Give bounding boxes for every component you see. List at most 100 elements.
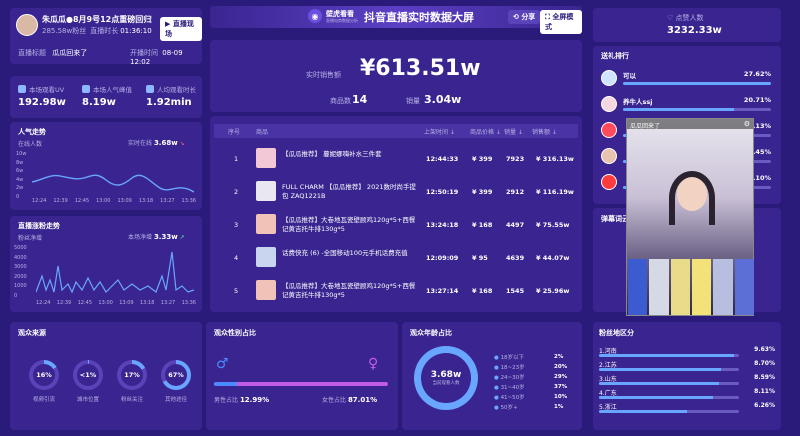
avatar: [601, 122, 617, 138]
x-tick: 13:36: [181, 198, 196, 204]
product-count: 14: [352, 93, 368, 106]
gift-rank-item[interactable]: 可以 27.62%: [601, 68, 775, 90]
table-row[interactable]: 5 【瓜瓜推荐】大卷地瓦瓷壁顾鸡120g*5+西餐记黄吉托牛排130g*5 13:2…: [214, 276, 578, 306]
source-value: 67%: [168, 371, 184, 379]
gift-rank-item[interactable]: 养牛人ssj 20.71%: [601, 94, 775, 116]
product-name[interactable]: 话费快充 (6) -全国移动100元手机话费充值: [282, 249, 416, 258]
product-thumbnail: [256, 280, 276, 300]
age-item: ● 50岁+ 1%: [494, 402, 576, 412]
avatar: [601, 96, 617, 112]
fans-rt-value: 3.33w: [153, 233, 178, 241]
col-header[interactable]: 销量 ↓: [504, 127, 523, 136]
row-sold: 7923: [506, 155, 525, 163]
table-row[interactable]: 4 话费快充 (6) -全国移动100元手机话费充值 12:09:09 ¥ 95 463…: [214, 243, 578, 273]
streamer-hair: [669, 171, 715, 225]
source-ring-inner: 16%: [33, 364, 55, 386]
age-title: 观众年龄占比: [410, 329, 452, 337]
col-header[interactable]: 销售额 ↓: [532, 127, 557, 136]
product-table: 序号 商品 上架时间 ↓ 商品价格 ↓ 销量 ↓ 销售额 ↓ 1 【瓜瓜推荐】 蔓…: [210, 116, 582, 312]
likes-value: 3232.33w: [667, 25, 722, 36]
y-tick: 8w: [16, 159, 24, 166]
age-item: ● 18~23岁 20%: [494, 362, 576, 372]
product-name[interactable]: 【瓜瓜推荐】大卷地瓦瓷壁顾鸡120g*5+西餐记黄吉托牛排130g*5: [282, 216, 416, 234]
live-duration: 01:36:10: [120, 27, 152, 35]
fans-trend-title: 直播涨粉走势: [18, 222, 60, 230]
y-tick: 2w: [16, 185, 24, 191]
product-thumbnail: [256, 247, 276, 267]
share-label: 分享: [521, 13, 536, 21]
row-price: ¥ 168: [472, 221, 493, 229]
gift-bar: [623, 108, 771, 111]
fans-x-axis: 12:24 12:39 12:45 13:00 13:09 13:18 13:27 13:36: [36, 300, 196, 306]
age-pct: 20%: [554, 364, 568, 370]
source-value: 16%: [36, 371, 52, 379]
gender-bar: [214, 382, 388, 386]
region-bar-fill: [599, 382, 720, 385]
popularity-panel: 人气走势 在线人数 实时在线 3.68w ↘ 10w 8w 6w 4w 2w 0 12:2…: [10, 122, 202, 210]
share-button[interactable]: ⟲ 分享: [508, 10, 541, 24]
brand-logo-icon: ◉: [308, 9, 322, 23]
age-label-wrap: ● 31~40岁: [494, 383, 525, 391]
age-label: 18岁以下: [500, 355, 525, 361]
source-item: 67% 其他途径: [156, 360, 196, 403]
likes-label: 点赞人数: [675, 14, 704, 22]
age-list: ● 18岁以下 2% ● 18~23岁 20% ● 24~30岁 29% ● 31~40岁 3…: [494, 352, 576, 412]
region-item: 4.广东 8.11%: [599, 388, 775, 400]
source-ring: 16%: [29, 360, 59, 390]
age-pct: 37%: [554, 384, 568, 390]
col-header[interactable]: 商品价格 ↓: [470, 127, 501, 136]
x-tick: 13:09: [117, 198, 132, 204]
y-tick: 0: [16, 193, 20, 200]
x-tick: 13:27: [160, 300, 176, 306]
table-row[interactable]: 3 【瓜瓜推荐】大卷地瓦瓷壁顾鸡120g*5+西餐记黄吉托牛排130g*5 13:2…: [214, 210, 578, 240]
row-index: 3: [234, 221, 239, 229]
trend-up-icon: ↗: [179, 234, 185, 241]
row-revenue: ¥ 316.13w: [536, 155, 574, 163]
row-sold: 4497: [506, 221, 525, 229]
fans-y-axis: 5000 4000 3000 2000 1000 0: [14, 244, 27, 301]
age-label-wrap: ● 18岁以下: [494, 353, 524, 361]
popularity-y-axis: 10w 8w 6w 4w 2w 0: [16, 150, 26, 201]
row-sold: 1545: [506, 287, 525, 295]
table-row[interactable]: 1 【瓜瓜推荐】 蔓妮娜嗨补水三件套 12:44:33 ¥ 399 7923 ¥ 316.…: [214, 144, 578, 174]
male-label: 男性占比: [214, 397, 239, 404]
row-time: 12:44:33: [426, 155, 459, 163]
product-name[interactable]: 【瓜瓜推荐】 蔓妮娜嗨补水三件套: [282, 150, 416, 159]
col-header[interactable]: 上架时间 ↓: [424, 127, 455, 136]
product-name[interactable]: 【瓜瓜推荐】大卷地瓦瓷壁顾鸡120g*5+西餐记黄吉托牛排130g*5: [282, 282, 416, 300]
region-bar: [599, 396, 739, 399]
fullscreen-label: 全屏模式: [545, 13, 574, 31]
gift-pct: 27.62%: [743, 70, 771, 78]
product-bottles: [627, 259, 755, 315]
age-label-wrap: ● 41~50岁: [494, 393, 525, 401]
metric-uv: 本场观看UV 192.98w: [18, 84, 66, 108]
top-header: ◉ 壁虎看看 直播电商数据分析 抖音直播实时数据大屏 ⟲ 分享 ⛶ 全屏模式: [210, 6, 582, 34]
video-close-icon[interactable]: ⚙: [744, 120, 750, 128]
fans-line: [36, 251, 194, 294]
row-time: 12:09:09: [426, 254, 459, 262]
row-revenue: ¥ 44.07w: [536, 254, 570, 262]
region-panel: 粉丝地区分 1.河南 9.63% 2.江苏 8.70% 3.山东 8.59% 4.广东 8.1…: [593, 322, 781, 430]
age-label: 41~50岁: [500, 395, 525, 401]
fans-line-chart: [36, 251, 194, 294]
region-pct: 9.63%: [754, 346, 775, 353]
popularity-x-axis: 12:24 12:39 12:45 13:00 13:09 13:18 13:27 13:36: [32, 198, 196, 204]
age-item: ● 41~50岁 10%: [494, 392, 576, 402]
danmaku-title: 弹幕词云: [601, 215, 629, 223]
product-name[interactable]: FULL CHARM 【瓜瓜推荐】 2021数时尚手提包 ZAQ1221B: [282, 183, 416, 201]
fullscreen-button[interactable]: ⛶ 全屏模式: [540, 10, 582, 34]
table-row[interactable]: 2 FULL CHARM 【瓜瓜推荐】 2021数时尚手提包 ZAQ1221B 12…: [214, 177, 578, 207]
age-label: 50岁+: [500, 405, 518, 411]
source-ring-inner: 17%: [121, 364, 143, 386]
popularity-sub-label: 在线人数: [18, 141, 43, 148]
live-video[interactable]: 瓜瓜回来了 ⚙: [626, 118, 754, 316]
live-scene-button[interactable]: ▶ 直播现场: [160, 17, 202, 41]
avatar[interactable]: [16, 14, 38, 36]
row-revenue: ¥ 25.96w: [536, 287, 570, 295]
product-thumbnail: [256, 214, 276, 234]
region-item: 3.山东 8.59%: [599, 374, 775, 386]
row-time: 13:27:14: [426, 287, 459, 295]
region-bar: [599, 410, 739, 413]
popularity-line-chart: [32, 174, 194, 193]
streamer-panel: 朱瓜瓜●8月9号12点重磅回归宋... 285.58w粉丝 直播时长 01:36…: [10, 8, 202, 66]
